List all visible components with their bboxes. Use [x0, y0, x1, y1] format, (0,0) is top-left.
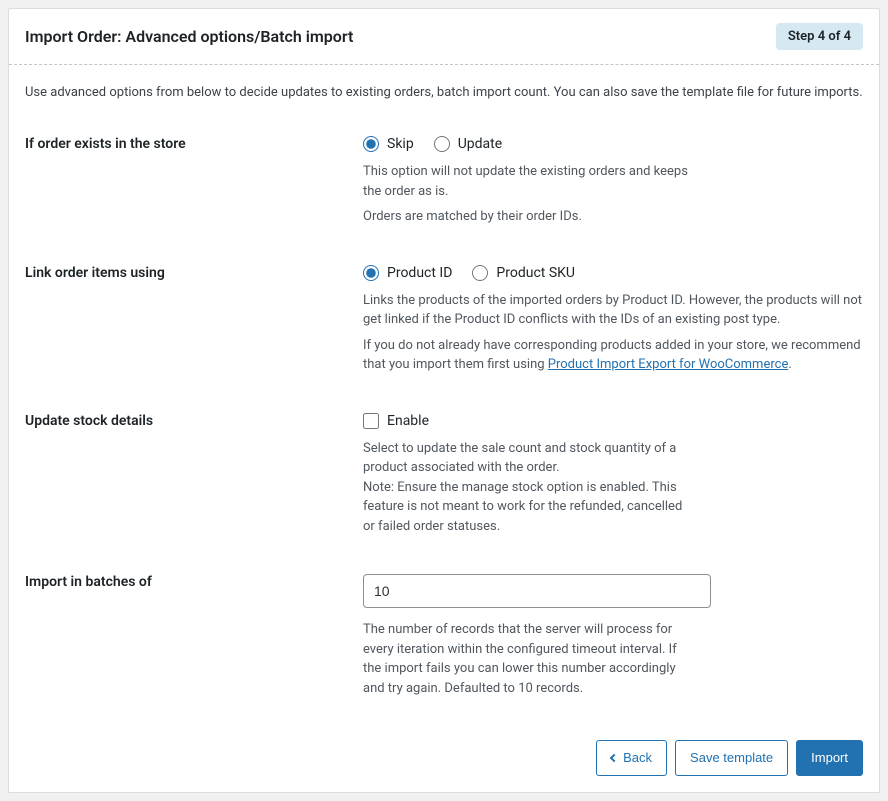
step-badge: Step 4 of 4 — [776, 23, 863, 50]
radio-skip-input[interactable] — [363, 136, 379, 152]
radio-product-sku-label: Product SKU — [496, 265, 575, 281]
chevron-left-icon — [610, 754, 618, 762]
radio-update-label: Update — [458, 136, 502, 152]
radio-product-id[interactable]: Product ID — [363, 265, 452, 281]
page-title: Import Order: Advanced options/Batch imp… — [25, 27, 353, 46]
help-batch: The number of records that the server wi… — [363, 620, 695, 698]
help-link-2: If you do not already have corresponding… — [363, 336, 863, 375]
intro-text: Use advanced options from below to decid… — [25, 85, 863, 100]
label-batch: Import in batches of — [25, 574, 363, 704]
radio-product-sku[interactable]: Product SKU — [472, 265, 575, 281]
help-exists-1: This option will not update the existing… — [363, 162, 695, 201]
import-button[interactable]: Import — [796, 740, 863, 776]
panel-body: Use advanced options from below to decid… — [9, 65, 879, 728]
row-batch: Import in batches of The number of recor… — [25, 574, 863, 704]
batch-size-input[interactable] — [363, 574, 711, 608]
import-advanced-panel: Import Order: Advanced options/Batch imp… — [8, 8, 880, 793]
radio-product-id-label: Product ID — [387, 265, 452, 281]
radio-group-link: Product ID Product SKU — [363, 265, 863, 281]
help-exists-2: Orders are matched by their order IDs. — [363, 207, 695, 227]
row-link-items: Link order items using Product ID Produc… — [25, 265, 863, 381]
radio-skip[interactable]: Skip — [363, 136, 414, 152]
help-stock: Select to update the sale count and stoc… — [363, 439, 695, 537]
checkbox-enable-stock[interactable]: Enable — [363, 413, 429, 429]
back-button[interactable]: Back — [596, 740, 667, 776]
radio-group-exists: Skip Update — [363, 136, 863, 152]
panel-footer: Back Save template Import — [9, 728, 879, 792]
product-import-link[interactable]: Product Import Export for WooCommerce — [548, 357, 789, 372]
help-link-1: Links the products of the imported order… — [363, 291, 863, 330]
help-link-2-post: . — [788, 357, 791, 372]
label-order-exists: If order exists in the store — [25, 136, 363, 233]
row-stock: Update stock details Enable Select to up… — [25, 413, 863, 543]
checkbox-enable-stock-input[interactable] — [363, 413, 379, 429]
panel-header: Import Order: Advanced options/Batch imp… — [9, 9, 879, 65]
checkbox-enable-stock-label: Enable — [387, 413, 429, 429]
save-template-label: Save template — [690, 747, 773, 769]
radio-update-input[interactable] — [434, 136, 450, 152]
controls-batch: The number of records that the server wi… — [363, 574, 863, 704]
save-template-button[interactable]: Save template — [675, 740, 788, 776]
label-stock: Update stock details — [25, 413, 363, 543]
back-button-label: Back — [623, 747, 652, 769]
label-link-items: Link order items using — [25, 265, 363, 381]
radio-update[interactable]: Update — [434, 136, 502, 152]
controls-stock: Enable Select to update the sale count a… — [363, 413, 863, 543]
controls-link-items: Product ID Product SKU Links the product… — [363, 265, 863, 381]
row-order-exists: If order exists in the store Skip Update… — [25, 136, 863, 233]
import-button-label: Import — [811, 747, 848, 769]
radio-product-id-input[interactable] — [363, 265, 379, 281]
controls-order-exists: Skip Update This option will not update … — [363, 136, 863, 233]
radio-skip-label: Skip — [387, 136, 414, 152]
radio-product-sku-input[interactable] — [472, 265, 488, 281]
